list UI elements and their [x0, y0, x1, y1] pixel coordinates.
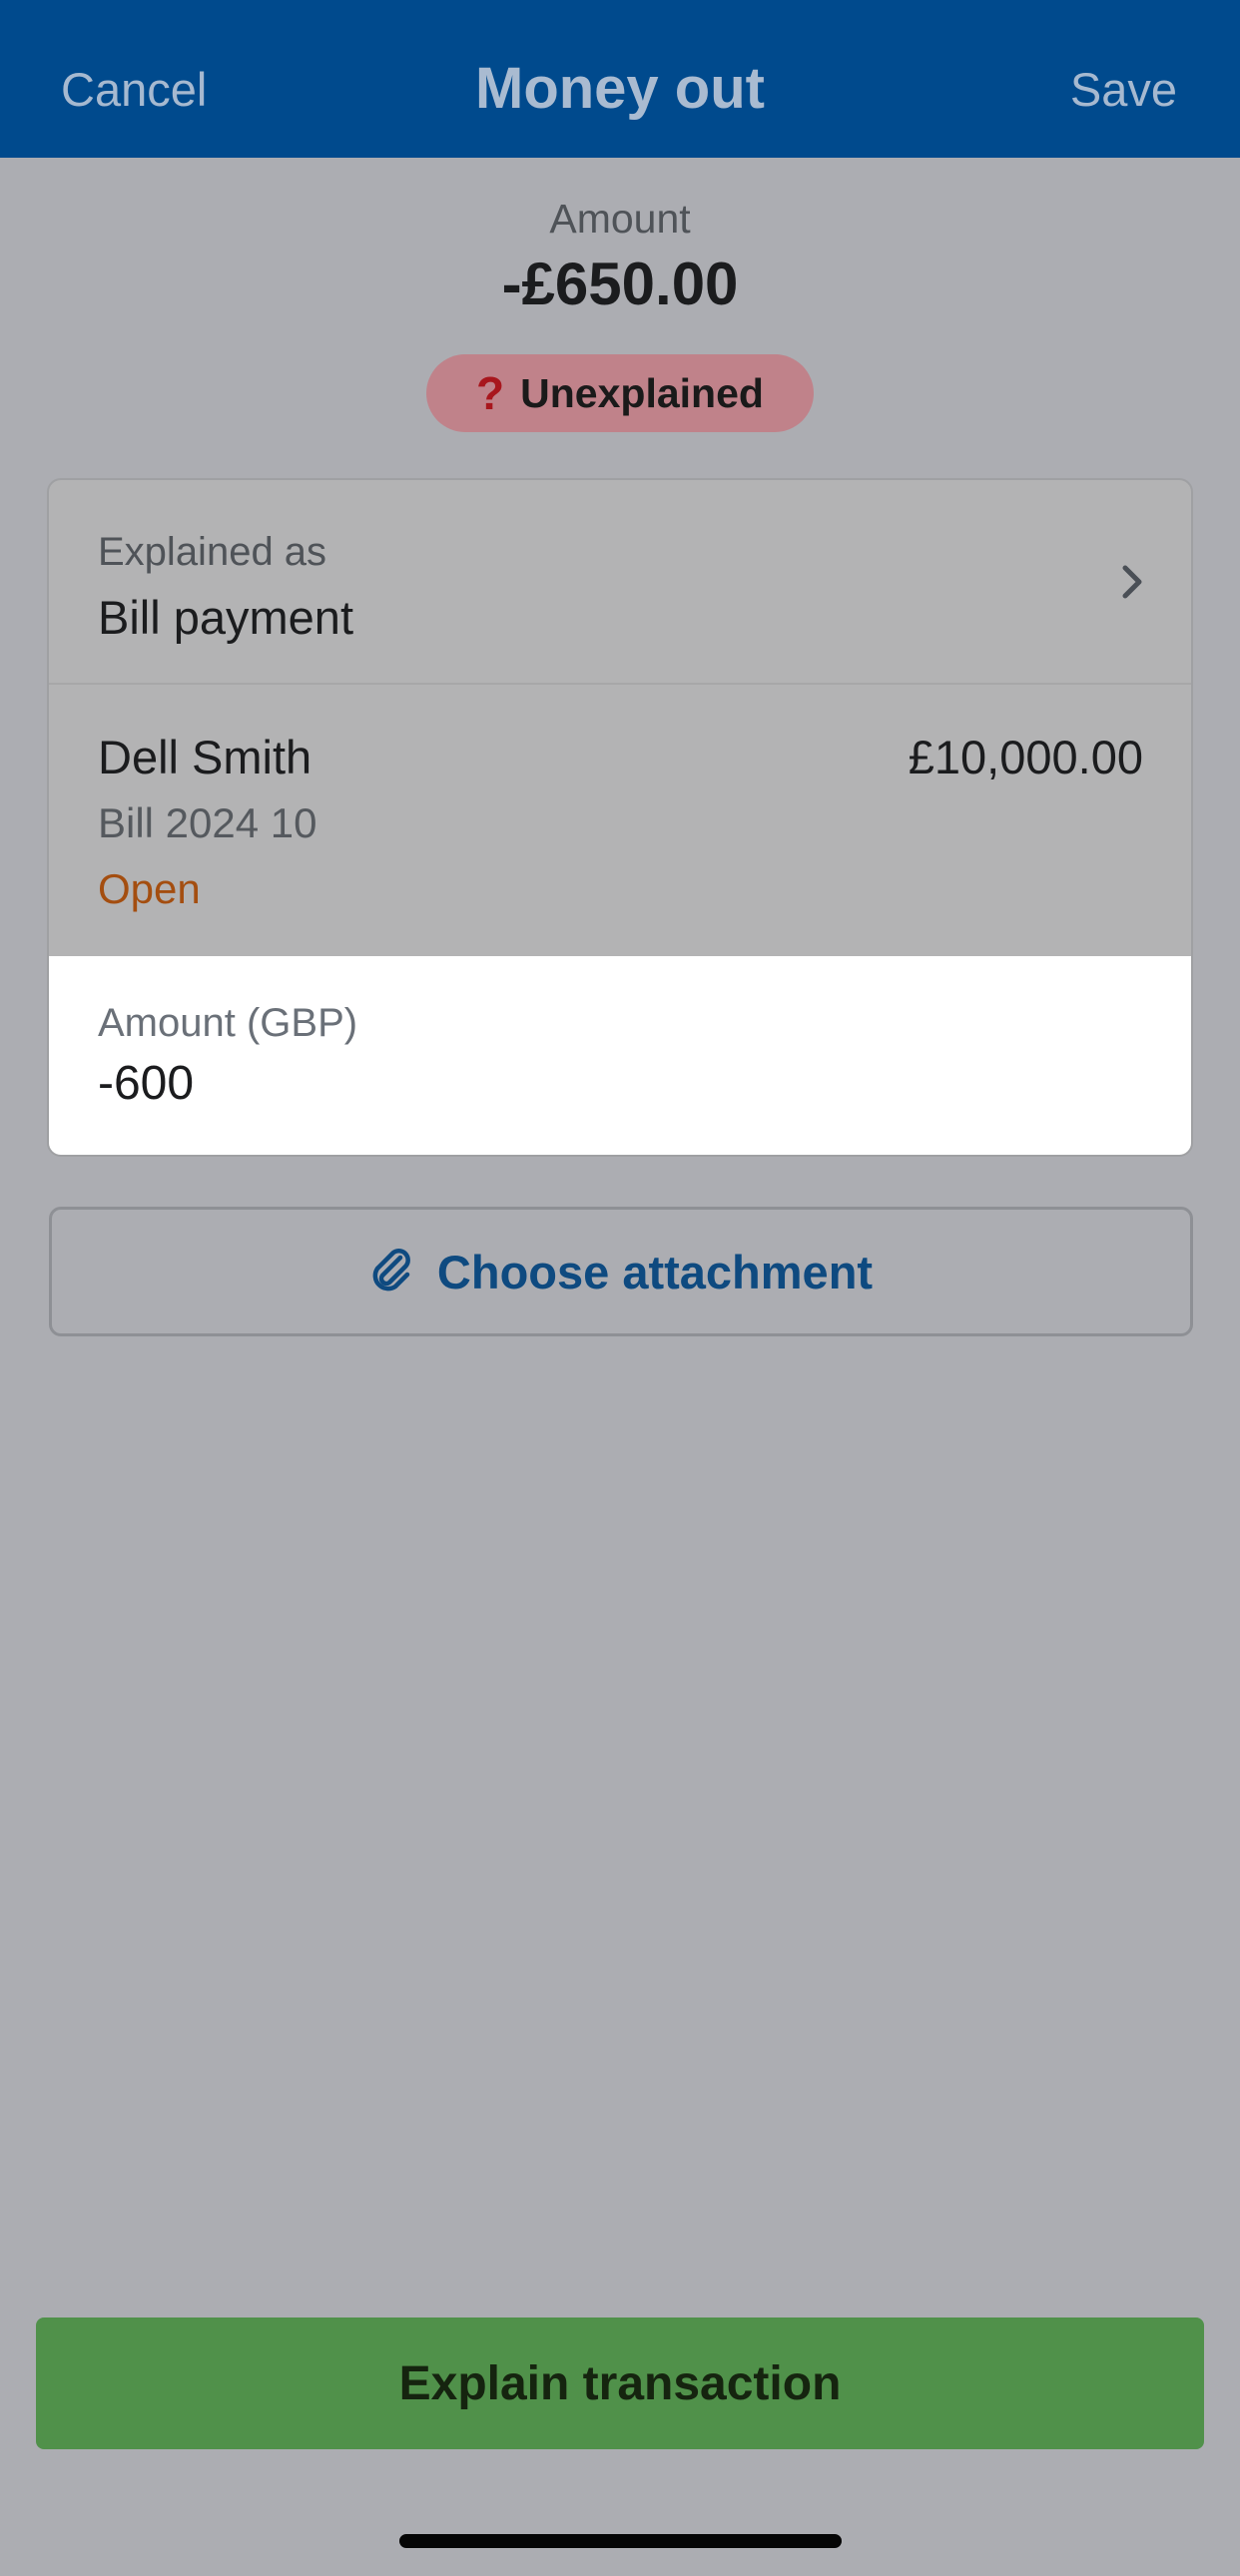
status-badge: ? Unexplained	[426, 354, 814, 432]
nav-header: Cancel Money out Save	[0, 0, 1240, 158]
explained-as-label: Explained as	[98, 530, 327, 574]
explain-transaction-button[interactable]: Explain transaction	[36, 2318, 1204, 2449]
choose-attachment-label: Choose attachment	[436, 1245, 874, 1298]
explanation-card: Explained as Bill payment Dell Smith £10…	[47, 478, 1193, 1157]
amount-label: Amount	[549, 196, 691, 242]
home-indicator	[399, 2534, 842, 2548]
chevron-right-icon	[1122, 565, 1142, 599]
explain-transaction-label: Explain transaction	[398, 2356, 842, 2410]
status-badge-text: Unexplained	[520, 369, 764, 416]
paperclip-icon	[372, 1249, 410, 1291]
explained-as-row[interactable]: Explained as Bill payment	[49, 480, 1191, 685]
amount-gbp-field[interactable]: Amount (GBP) -600	[49, 956, 1191, 1155]
bill-status: Open	[98, 865, 201, 912]
bill-total: £10,000.00	[908, 731, 1143, 783]
amount-value: -£650.00	[501, 251, 739, 317]
explained-as-value: Bill payment	[98, 591, 353, 644]
choose-attachment-button[interactable]: Choose attachment	[49, 1207, 1193, 1336]
page-title: Money out	[475, 56, 765, 121]
money-out-screen: Cancel Money out Save Amount -£650.00 ? …	[0, 0, 1240, 2576]
amount-gbp-label: Amount (GBP)	[98, 1001, 358, 1045]
amount-gbp-input[interactable]: -600	[98, 1056, 194, 1111]
save-button[interactable]: Save	[1070, 62, 1177, 117]
question-mark-icon: ?	[476, 367, 505, 419]
bill-reference: Bill 2024 10	[98, 799, 317, 846]
bill-row: Dell Smith £10,000.00 Bill 2024 10 Open	[49, 685, 1191, 954]
bill-contact-name: Dell Smith	[98, 731, 312, 783]
